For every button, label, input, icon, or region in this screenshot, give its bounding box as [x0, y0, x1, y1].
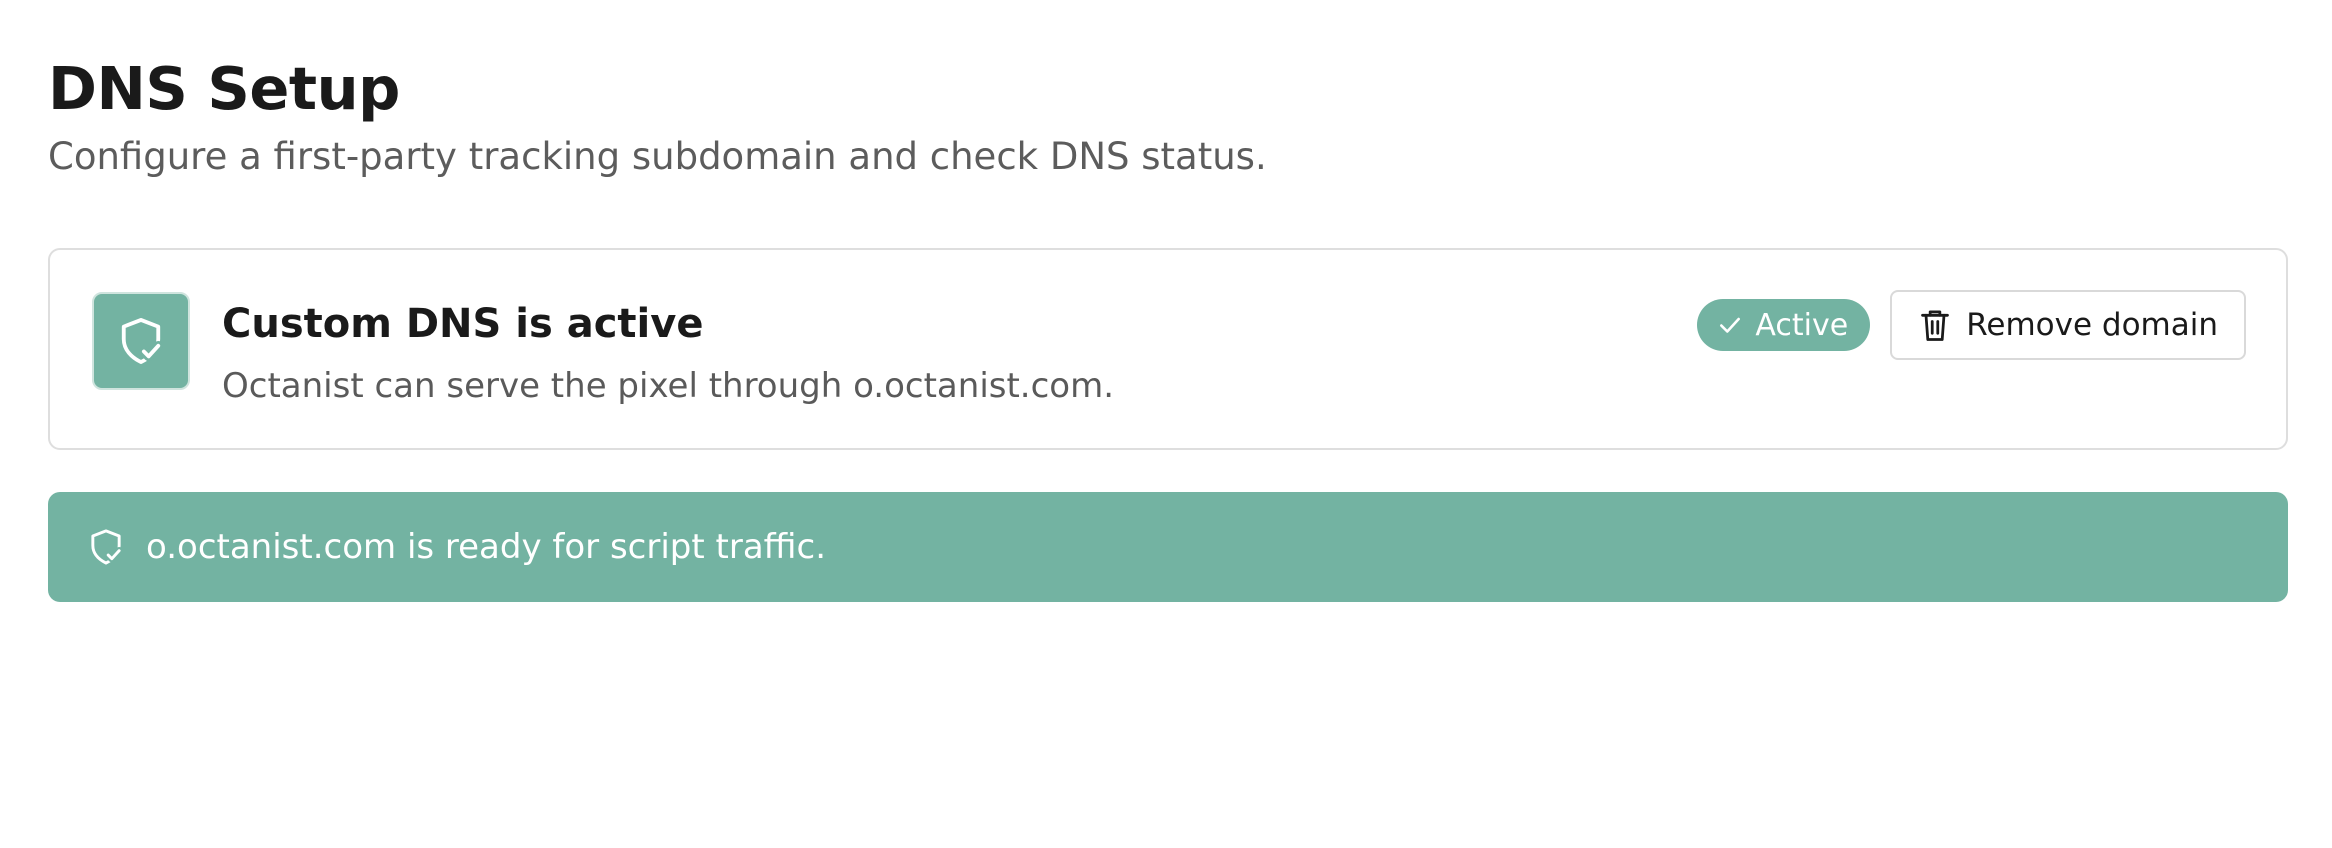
page-title: DNS Setup — [48, 54, 400, 123]
remove-domain-label: Remove domain — [1966, 307, 2218, 343]
alert-message: o.octanist.com is ready for script traff… — [146, 527, 827, 567]
shield-check-icon — [92, 292, 190, 390]
dns-status-card: Custom DNS is active Octanist can serve … — [48, 248, 2288, 450]
success-alert: o.octanist.com is ready for script traff… — [48, 492, 2288, 602]
check-icon — [1717, 312, 1743, 338]
card-title: Custom DNS is active — [222, 301, 704, 347]
card-actions: Active Remove domain — [1697, 290, 2246, 360]
remove-domain-button[interactable]: Remove domain — [1890, 290, 2246, 360]
status-badge: Active — [1697, 299, 1871, 351]
dns-setup-page: DNS Setup Configure a first-party tracki… — [48, 48, 2288, 602]
trash-icon — [1918, 307, 1952, 343]
shield-check-icon — [88, 528, 124, 566]
card-description: Octanist can serve the pixel through o.o… — [222, 366, 1115, 406]
status-badge-label: Active — [1755, 307, 1849, 343]
page-subtitle: Configure a first-party tracking subdoma… — [48, 135, 1267, 178]
